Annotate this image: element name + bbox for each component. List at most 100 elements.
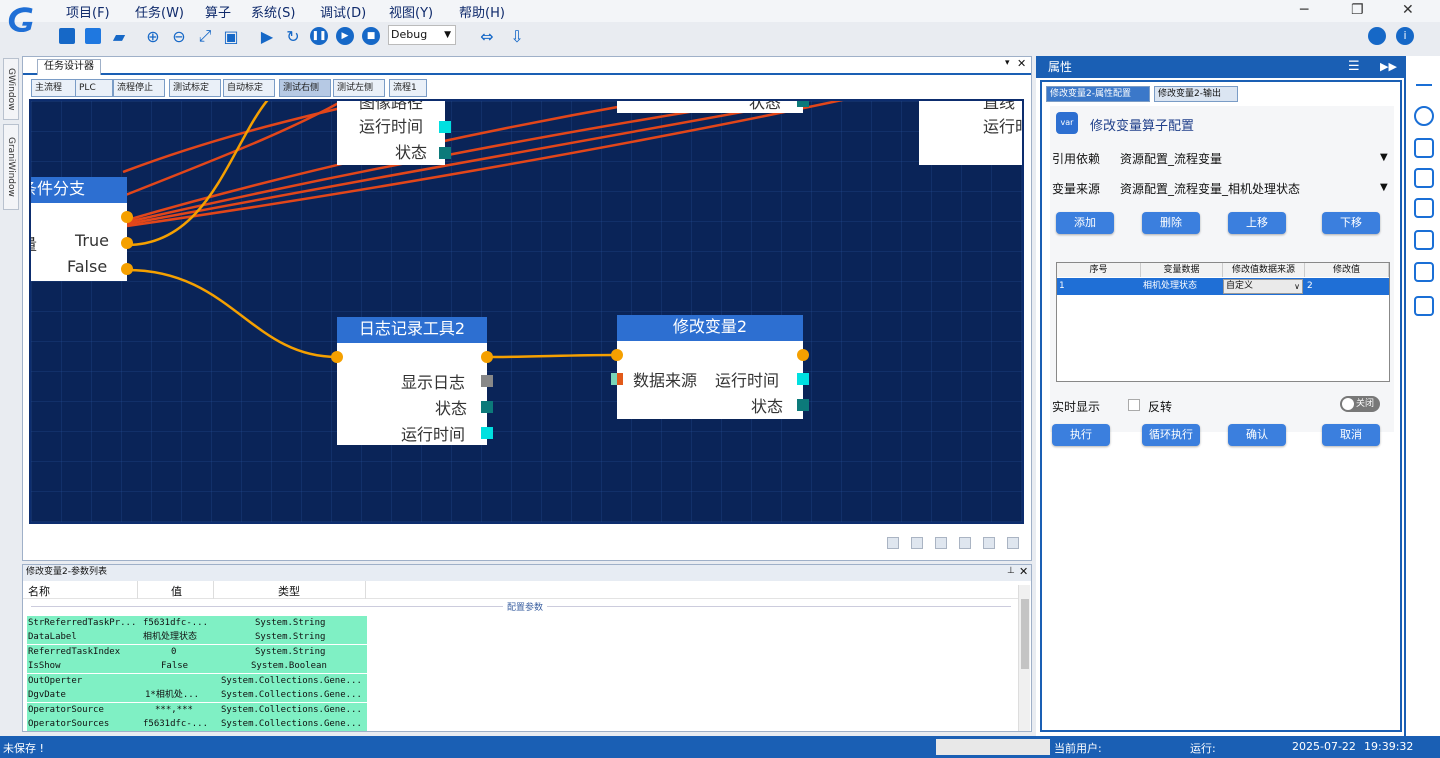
port-square[interactable] [481, 427, 493, 439]
node-line-partial[interactable]: 直线 运行时 [919, 101, 1022, 165]
port-square[interactable] [797, 101, 809, 107]
checklist-icon[interactable] [1414, 138, 1434, 158]
node-modify-variable[interactable]: 修改变量2 数据来源 运行时间 状态 [611, 315, 809, 419]
menu-debug[interactable]: 调试(D) [320, 2, 366, 21]
move-down-button[interactable]: 下移 [1322, 212, 1380, 234]
tab-gwindow[interactable]: GWindow [3, 58, 19, 120]
table-row[interactable]: DataLabel 相机处理状态 System.String [27, 630, 367, 644]
delete-button[interactable]: 删除 [1142, 212, 1200, 234]
list-icon[interactable] [1414, 296, 1434, 316]
move-up-button[interactable]: 上移 [1228, 212, 1286, 234]
stop-icon[interactable]: ■ [361, 26, 381, 46]
open-icon[interactable]: ▰ [109, 26, 129, 46]
collapse-icon[interactable]: ▶▶ [1380, 56, 1397, 78]
group-icon[interactable] [911, 537, 923, 549]
table-row[interactable]: OperatorSources f5631dfc-... System.Collec… [27, 717, 367, 731]
menu-help[interactable]: 帮助(H) [459, 2, 505, 21]
pin-icon[interactable]: ⊥ [1007, 566, 1015, 576]
zoom-in-icon[interactable]: ⊕ [143, 26, 163, 46]
new-icon[interactable] [83, 26, 103, 46]
port-dot[interactable] [611, 349, 623, 361]
delete-icon[interactable] [983, 537, 995, 549]
panel-icon[interactable] [1414, 198, 1434, 218]
tab-graniwindow[interactable]: GraniWindow [3, 124, 19, 210]
port-square[interactable] [481, 401, 493, 413]
port-dot-true[interactable] [121, 237, 133, 249]
flow-canvas[interactable]: 图像路径 运行时间 状态 状态 直线 运行时 条件分支 变量 True Fals… [29, 99, 1024, 524]
loop-execute-button[interactable]: 循环执行 [1142, 424, 1200, 446]
node-top-partial[interactable]: 状态 [617, 101, 809, 113]
zoom-out-icon[interactable]: ⊖ [169, 26, 189, 46]
table-row[interactable]: OperatorSource ***,*** System.Collections.… [27, 703, 367, 717]
tab-flow-stop[interactable]: 流程停止 [113, 79, 165, 97]
table-row[interactable]: OutOperter System.Collections.Gene... [27, 674, 367, 688]
port-dot-false[interactable] [121, 263, 133, 275]
cancel-button[interactable]: 取消 [1322, 424, 1380, 446]
node-image-partial[interactable]: 图像路径 运行时间 状态 [337, 101, 451, 165]
fullscreen-icon[interactable]: ▣ [221, 26, 241, 46]
execute-button[interactable]: 执行 [1052, 424, 1110, 446]
download-icon[interactable]: ⇩ [507, 26, 527, 46]
node-condition-branch[interactable]: 条件分支 变量 True False [31, 177, 127, 281]
align-icon[interactable] [887, 537, 899, 549]
menu-view[interactable]: 视图(Y) [389, 2, 433, 21]
close-icon[interactable]: ✕ [1402, 2, 1414, 18]
chevron-down-icon[interactable]: ▼ [1380, 152, 1388, 163]
confirm-button[interactable]: 确认 [1228, 424, 1286, 446]
port-square[interactable] [611, 373, 623, 385]
paste-icon[interactable] [959, 537, 971, 549]
user-icon[interactable] [1368, 27, 1386, 45]
left-right-icon[interactable]: ⇔ [477, 26, 497, 46]
clear-icon[interactable] [1007, 537, 1019, 549]
source-combo[interactable]: 自定义 ∨ [1223, 279, 1303, 294]
menu-project[interactable]: 项目(F) [66, 2, 110, 21]
grid-row[interactable]: 1 相机处理状态 自定义 ∨ 2 [1057, 278, 1389, 295]
port-square[interactable] [439, 121, 451, 133]
param-scrollbar[interactable] [1018, 585, 1030, 731]
settings-icon[interactable] [1414, 168, 1434, 188]
add-button[interactable]: 添加 [1056, 212, 1114, 234]
table-row[interactable]: StrReferredTaskPr... f5631dfc-... System.S… [27, 616, 367, 630]
source-select[interactable]: 资源配置_流程变量_相机处理状态 [1120, 180, 1300, 197]
mode-select[interactable]: Debug ▼ [388, 25, 456, 45]
scroll-thumb[interactable] [1021, 599, 1029, 669]
save-icon[interactable] [57, 26, 77, 46]
port-square[interactable] [797, 399, 809, 411]
run-icon[interactable]: ▶ [257, 26, 277, 46]
tab-auto-calib[interactable]: 自动标定 [223, 79, 275, 97]
ref-select[interactable]: 资源配置_流程变量 [1120, 150, 1222, 167]
tab-plc[interactable]: PLC [75, 79, 113, 97]
realtime-toggle[interactable]: 关闭 [1340, 396, 1380, 412]
menu-task[interactable]: 任务(W) [135, 2, 184, 21]
tab-property-config[interactable]: 修改变量2-属性配置 [1046, 86, 1150, 102]
dropdown-icon[interactable]: ▾ [1005, 58, 1010, 68]
pause-icon[interactable]: ❚❚ [309, 26, 329, 46]
port-square[interactable] [439, 147, 451, 159]
table-row[interactable]: ReferredTaskIndex 0 System.String [27, 645, 367, 659]
menu-operator[interactable]: 算子 [205, 2, 231, 21]
table-row[interactable]: DgvDate 1*相机处... System.Collections.Gene..… [27, 688, 367, 702]
port-dot[interactable] [331, 351, 343, 363]
port-square[interactable] [797, 373, 809, 385]
layers-icon[interactable] [1414, 230, 1434, 250]
loop-icon[interactable]: ↻ [283, 26, 303, 46]
port-dot[interactable] [121, 211, 133, 223]
tab-test-right[interactable]: 测试右侧 [279, 79, 331, 97]
designer-tab[interactable]: 任务设计器 [37, 59, 101, 75]
close-panel-icon[interactable]: ✕ [1017, 57, 1026, 70]
fit-icon[interactable]: ⤢ [195, 26, 215, 46]
port-dot[interactable] [481, 351, 493, 363]
chevron-down-icon[interactable]: ▼ [1380, 182, 1388, 193]
table-row[interactable]: IsShow False System.Boolean [27, 659, 367, 673]
tab-flow1[interactable]: 流程1 [389, 79, 427, 97]
network-icon[interactable] [1414, 106, 1434, 126]
menu-icon[interactable]: ☰ [1348, 56, 1360, 78]
tab-test-left[interactable]: 测试左侧 [333, 79, 385, 97]
close-panel-icon[interactable]: ✕ [1019, 565, 1028, 578]
tab-output[interactable]: 修改变量2-输出 [1154, 86, 1238, 102]
menu-system[interactable]: 系统(S) [251, 2, 295, 21]
port-dot[interactable] [797, 349, 809, 361]
node-log-tool[interactable]: 日志记录工具2 显示日志 状态 运行时间 [337, 317, 493, 445]
invert-checkbox[interactable] [1128, 399, 1140, 411]
step-icon[interactable]: ▶ [335, 26, 355, 46]
